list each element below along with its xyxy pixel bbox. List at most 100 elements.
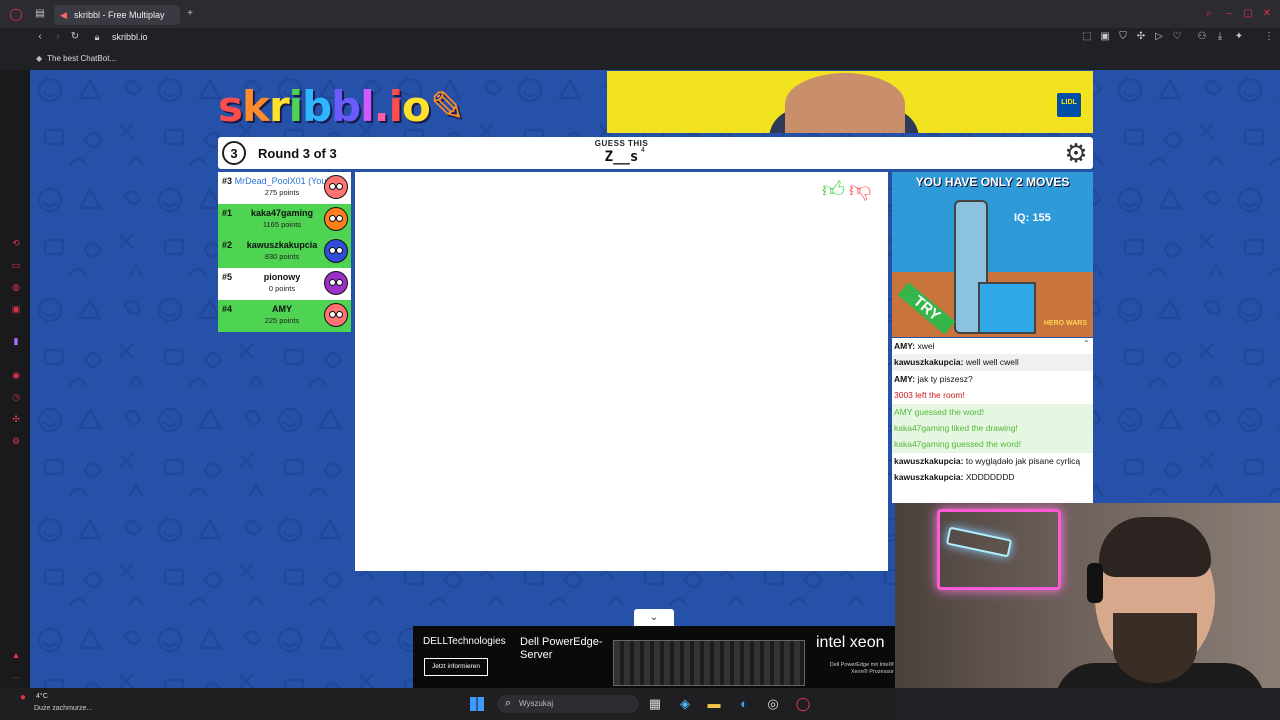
chat-user: AMY:: [894, 341, 916, 351]
player-avatar-icon: [324, 271, 348, 295]
player-rank: #3: [222, 176, 233, 186]
player-avatar-icon: [324, 175, 348, 199]
chat-message: kawuszkakupcia: XDDDDDDD: [892, 469, 1093, 485]
chat-text: xwel: [917, 341, 935, 351]
player-points: 225 points: [264, 316, 300, 325]
player-row[interactable]: #1 kaka47gaming 1165 points: [218, 204, 351, 236]
round-timer-clock-icon: 3: [222, 141, 246, 165]
heart-icon[interactable]: ♡: [1170, 31, 1184, 43]
word-length: 4: [641, 147, 645, 154]
address-bar[interactable]: skribbl.io: [112, 30, 148, 44]
player-row[interactable]: #4 AMY 225 points: [218, 300, 351, 332]
chat-text: kaka47gaming liked the drawing!: [894, 423, 1018, 434]
opera-gx-icon[interactable]: ◯: [795, 696, 811, 712]
crop-icon[interactable]: ▣: [1098, 31, 1112, 43]
play-icon[interactable]: ▷: [1152, 31, 1166, 43]
chat-user: kawuszkakupcia:: [894, 455, 964, 466]
word-hint: Z__s: [604, 149, 639, 165]
ad-intel-brand: intel xeon: [816, 634, 885, 651]
tab-overview-icon[interactable]: ▤: [33, 8, 47, 20]
player-row[interactable]: #2 kawuszkakupcia 830 points: [218, 236, 351, 268]
chat-message: AMY: xwel: [892, 338, 1093, 354]
sidebar-bag-icon[interactable]: ▭: [9, 260, 23, 271]
tab-skribbl[interactable]: ◀ skribbl - Free Multiplay: [54, 5, 180, 25]
skribbl-logo[interactable]: skribbl.io✎: [218, 82, 465, 132]
shield-icon[interactable]: ⛉: [1116, 31, 1130, 43]
close-window-icon[interactable]: ✕: [1260, 8, 1274, 20]
ai-icon[interactable]: ✦: [1232, 31, 1246, 43]
taskbar-search-input[interactable]: Wyszukaj: [497, 694, 639, 713]
maximize-icon[interactable]: ▢: [1241, 8, 1255, 20]
sidebar-clock-icon[interactable]: ◷: [9, 392, 23, 403]
thumbs-up-icon[interactable]: 👍︎: [822, 177, 845, 202]
file-explorer-icon[interactable]: ▬: [706, 696, 722, 712]
streamer-hair: [1099, 517, 1211, 577]
snapshot-icon[interactable]: ⬚: [1080, 31, 1094, 43]
settings-gear-icon[interactable]: ⚙: [1061, 138, 1091, 168]
chat-scroll-up-icon[interactable]: ⌃: [1083, 339, 1090, 348]
speaker-icon[interactable]: ◀: [60, 5, 67, 25]
bookmark-chatbot[interactable]: The best ChatBot...: [36, 52, 116, 66]
forward-icon[interactable]: ›: [51, 31, 65, 43]
chat-message: kawuszkakupcia: well well cwell: [892, 354, 1093, 371]
streamer-beard: [1113, 613, 1197, 683]
collapse-ad-chevron-icon[interactable]: ⌄: [634, 609, 674, 626]
player-row[interactable]: #5 pionowy 0 points: [218, 268, 351, 300]
weather-summary[interactable]: Duże zachmurze...: [34, 705, 92, 712]
sidebar-gx-icon[interactable]: ▲: [9, 650, 23, 660]
minimize-icon[interactable]: –: [1222, 8, 1236, 20]
drawing-canvas[interactable]: [355, 172, 888, 571]
round-indicator: Round 3 of 3: [258, 146, 337, 161]
chat-message: AMY: jak ty piszesz?: [892, 371, 1093, 387]
edge-icon[interactable]: ◐: [736, 696, 752, 712]
sidebar-music-icon[interactable]: ◉: [9, 370, 23, 381]
ad-learn-more-button[interactable]: Jetzt informieren: [424, 658, 488, 676]
player-list: #3 MrDead_PoolX01 (You) 275 points #1 kaka47…: [218, 172, 351, 332]
chat-message: kaka47gaming liked the drawing!: [892, 420, 1093, 437]
chat-message: AMY guessed the word!: [892, 403, 1093, 421]
task-view-icon[interactable]: ▦: [647, 696, 663, 712]
new-tab-icon[interactable]: +: [183, 8, 197, 20]
lidl-logo-icon: LIDL: [1055, 91, 1083, 119]
thumbs-down-icon[interactable]: 👎︎: [849, 177, 871, 202]
ad-dell-brand: DELLTechnologies: [423, 636, 506, 647]
tab-title: skribbl - Free Multiplay: [74, 10, 165, 20]
download-icon[interactable]: ⤓: [1213, 31, 1227, 43]
search-tabs-icon[interactable]: ⌕: [1202, 8, 1216, 20]
sidebar-twitch-icon[interactable]: ▮: [9, 336, 23, 347]
chat-log: AMY: xwel kawuszkakupcia: well well cwell…: [892, 338, 1093, 503]
menu-icon[interactable]: ⋮: [1262, 31, 1276, 43]
windows-start-icon[interactable]: [470, 697, 484, 711]
headphones-icon: [1087, 563, 1103, 603]
back-icon[interactable]: ‹: [33, 31, 47, 43]
sidebar-puzzle-icon[interactable]: ✣: [9, 414, 23, 425]
player-name: kawuszkakupcia: [246, 240, 318, 250]
weather-temperature[interactable]: 4°C: [36, 693, 48, 700]
player-avatar-icon: [324, 239, 348, 263]
chat-text: 3003 left the room!: [894, 390, 965, 401]
chat-text: XDDDDDDD: [965, 471, 1015, 482]
weather-icon[interactable]: ●: [16, 692, 30, 704]
top-advertisement[interactable]: LIDL: [607, 71, 1093, 133]
player-rank: #4: [222, 304, 233, 314]
sidebar-messenger-icon[interactable]: ◍: [9, 282, 23, 293]
opera-logo-icon[interactable]: ◯: [9, 8, 23, 20]
copilot-icon[interactable]: ◈: [677, 696, 693, 712]
side-advertisement[interactable]: YOU HAVE ONLY 2 MOVES IQ: 155 TRY HERO W…: [892, 172, 1093, 337]
bookmarks-bar: [0, 50, 1280, 70]
steam-icon[interactable]: ◎: [765, 696, 781, 712]
sidebar-news-icon[interactable]: ▣: [9, 304, 23, 315]
chat-user: kawuszkakupcia:: [894, 471, 964, 482]
sidebar-history-icon[interactable]: ⟲: [9, 238, 23, 249]
reload-icon[interactable]: ↻: [68, 31, 82, 43]
sidebar-more-icon[interactable]: ⋯: [9, 672, 23, 683]
account-icon[interactable]: ⚇: [1195, 31, 1209, 43]
player-row[interactable]: #3 MrDead_PoolX01 (You) 275 points: [218, 172, 351, 204]
bottom-advertisement[interactable]: DELLTechnologies Jetzt informieren Dell …: [413, 626, 895, 688]
ad-product: Dell PowerEdge-Server: [520, 636, 603, 661]
chat-user: AMY:: [894, 373, 916, 384]
player-points: 0 points: [268, 284, 296, 293]
player-points: 830 points: [264, 252, 300, 261]
sidebar-settings-icon[interactable]: ⚙: [9, 436, 23, 447]
extension-icon[interactable]: ✣: [1134, 31, 1148, 43]
